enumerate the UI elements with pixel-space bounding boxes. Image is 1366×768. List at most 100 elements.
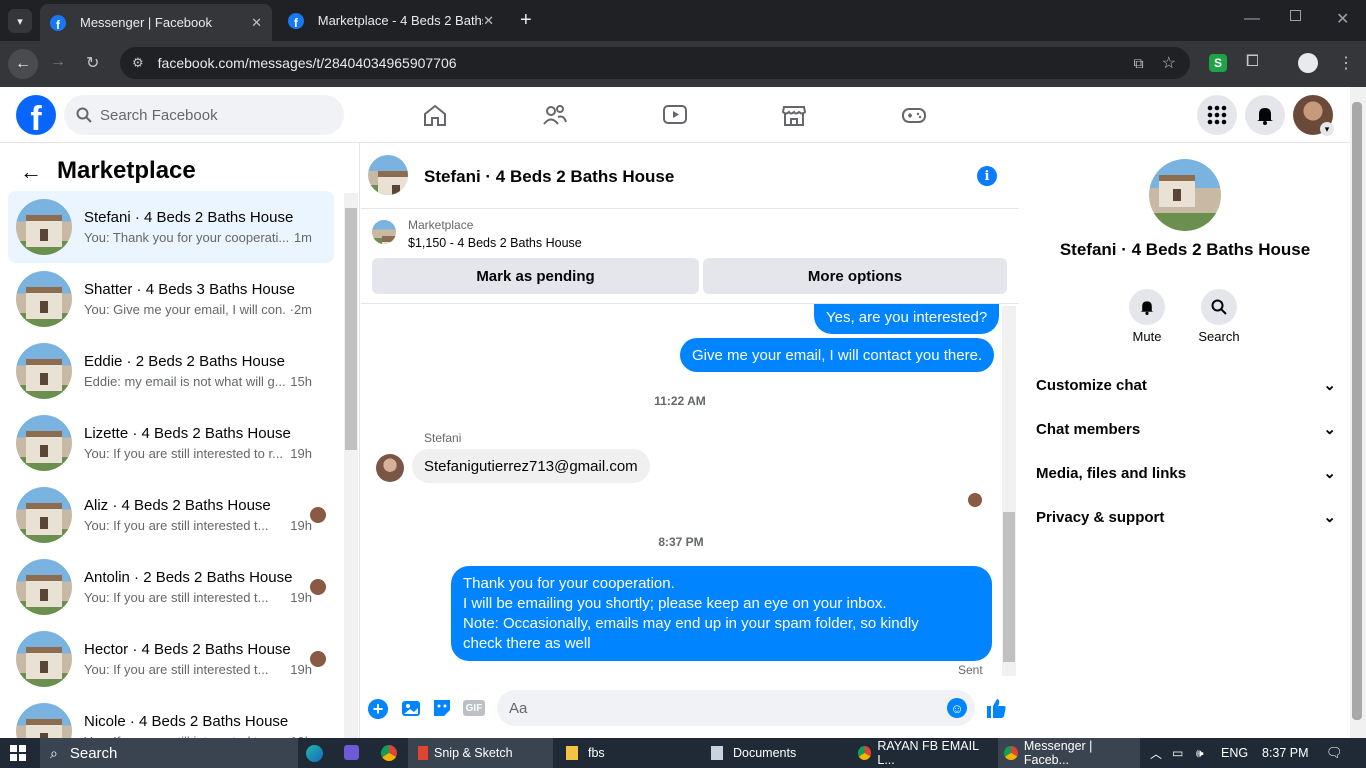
chat-avatar[interactable]: [368, 155, 408, 195]
message-bubble-outgoing[interactable]: Thank you for your cooperation. I will b…: [451, 566, 992, 661]
search-conversation-button[interactable]: [1201, 289, 1237, 325]
profile-avatar[interactable]: [1149, 159, 1221, 231]
conversation-item[interactable]: Lizette · 4 Beds 2 Baths House You: If yo…: [8, 407, 334, 479]
clock[interactable]: 8:37 PM: [1262, 738, 1309, 768]
gaming-icon[interactable]: [901, 103, 927, 127]
taskbar-app-label: Messenger | Faceb...: [1023, 739, 1093, 767]
taskbar-app-chrome-messenger[interactable]: Messenger | Faceb...: [998, 738, 1140, 768]
conversation-list-panel: ← Marketplace Stefani · 4 Beds 2 Baths H…: [0, 143, 360, 738]
chat-scrollbar-thumb[interactable]: [1003, 512, 1015, 662]
sent-status: Sent: [958, 663, 983, 677]
read-receipt-avatar: [968, 493, 982, 507]
system-tray-chevron-icon[interactable]: ︿: [1150, 738, 1162, 768]
mark-pending-button[interactable]: Mark as pending: [372, 258, 699, 294]
taskbar-app-fbs[interactable]: fbs: [560, 738, 690, 768]
conversation-avatar: [16, 199, 72, 255]
edge-app-icon[interactable]: [306, 745, 323, 762]
notifications-button[interactable]: [1245, 95, 1285, 135]
close-window-button[interactable]: ✕: [1336, 9, 1349, 29]
media-files-links-section[interactable]: Media, files and links ⌄: [1036, 464, 1336, 483]
mute-label: Mute: [1132, 329, 1162, 344]
close-icon[interactable]: ✕: [483, 13, 494, 29]
privacy-support-section[interactable]: Privacy & support ⌄: [1036, 508, 1336, 527]
back-button[interactable]: ←: [8, 49, 38, 79]
marketplace-icon[interactable]: [781, 103, 807, 127]
gif-icon[interactable]: GIF: [463, 700, 485, 716]
home-icon[interactable]: [422, 103, 448, 127]
windows-start-icon[interactable]: [10, 745, 26, 761]
taskbar-app-snip-sketch[interactable]: Snip & Sketch: [408, 738, 553, 768]
message-bubble-incoming[interactable]: Stefanigutierrez713@gmail.com: [412, 449, 650, 483]
info-icon[interactable]: i: [977, 166, 997, 186]
browser-menu-icon[interactable]: ⋮: [1338, 53, 1354, 73]
message-bubble-outgoing[interactable]: Yes, are you interested?: [814, 304, 1000, 334]
friends-icon[interactable]: [542, 103, 568, 127]
profile-name: Stefani · 4 Beds 2 Baths House: [1059, 240, 1311, 259]
battery-icon[interactable]: ▭: [1172, 738, 1183, 768]
volume-icon[interactable]: 🕪: [1196, 738, 1204, 768]
conversation-item[interactable]: Eddie · 2 Beds 2 Baths House Eddie: my em…: [8, 335, 334, 407]
plus-icon[interactable]: +: [368, 699, 388, 719]
message-bubble-outgoing[interactable]: Give me your email, I will contact you t…: [680, 338, 995, 372]
mute-button[interactable]: [1129, 289, 1165, 325]
menu-grid-button[interactable]: [1197, 95, 1237, 135]
conversation-item[interactable]: Antolin · 2 Beds 2 Baths House You: If yo…: [8, 551, 334, 623]
conversation-name: Eddie · 2 Beds 2 Baths House: [84, 353, 285, 370]
sender-avatar[interactable]: [376, 454, 404, 482]
more-options-button[interactable]: More options: [703, 258, 1007, 294]
taskbar-app-documents[interactable]: Documents: [705, 738, 845, 768]
facebook-search-input[interactable]: Search Facebook: [64, 95, 344, 135]
page-scrollbar-thumb[interactable]: [1352, 102, 1362, 720]
media-app-icon[interactable]: [344, 745, 359, 760]
chat-members-section[interactable]: Chat members ⌄: [1036, 420, 1336, 439]
conversation-item[interactable]: Aliz · 4 Beds 2 Baths House You: If you a…: [8, 479, 334, 551]
install-app-icon[interactable]: ⧉: [1134, 55, 1144, 72]
account-chevron-icon[interactable]: ▾: [1320, 122, 1334, 136]
customize-chat-section[interactable]: Customize chat ⌄: [1036, 376, 1336, 395]
conversation-avatar: [16, 631, 72, 687]
list-scrollbar-thumb[interactable]: [345, 208, 357, 450]
minimize-button[interactable]: —: [1244, 10, 1260, 28]
conversation-time: ·2m: [289, 302, 312, 317]
back-arrow-icon[interactable]: ←: [20, 159, 42, 185]
section-label: Media, files and links: [1036, 464, 1187, 482]
language-indicator[interactable]: ENG: [1221, 738, 1248, 768]
section-label: Customize chat: [1036, 376, 1147, 394]
extensions-puzzle-icon[interactable]: ⧠: [1246, 53, 1259, 71]
sticker-icon[interactable]: [431, 697, 453, 719]
bookmark-star-icon[interactable]: ☆: [1162, 53, 1176, 73]
site-info-icon[interactable]: ⚙: [132, 55, 144, 71]
tab-search-button[interactable]: ▾: [8, 9, 32, 33]
conversation-item[interactable]: Shatter · 4 Beds 3 Baths House You: Give …: [8, 263, 334, 335]
listing-thumbnail[interactable]: [372, 220, 396, 244]
conversation-item[interactable]: Hector · 4 Beds 2 Baths House You: If you…: [8, 623, 334, 695]
notification-center-icon[interactable]: 🗨: [1326, 738, 1343, 768]
chrome-app-icon[interactable]: [381, 745, 397, 761]
listing-title[interactable]: $1,150 - 4 Beds 2 Baths House: [408, 236, 582, 250]
extension-green-icon[interactable]: S: [1209, 54, 1227, 72]
video-icon[interactable]: [662, 103, 688, 127]
profile-icon[interactable]: [1298, 53, 1318, 73]
tab-marketplace[interactable]: f Marketplace - 4 Beds 2 Baths H ✕: [278, 0, 504, 41]
close-icon[interactable]: ✕: [251, 15, 262, 31]
like-thumb-icon[interactable]: [985, 697, 1007, 719]
facebook-logo[interactable]: f: [16, 95, 56, 135]
taskbar-app-chrome-rayan[interactable]: RAYAN FB EMAIL L...: [852, 738, 994, 768]
chrome-icon: [1004, 746, 1018, 760]
conversation-item[interactable]: Stefani · 4 Beds 2 Baths House You: Thank…: [8, 191, 334, 263]
tab-messenger[interactable]: f Messenger | Facebook ✕: [40, 4, 272, 41]
chat-title[interactable]: Stefani · 4 Beds 2 Baths House: [424, 167, 674, 187]
seen-avatar: [310, 651, 326, 667]
seen-avatar: [310, 579, 326, 595]
message-input[interactable]: Aa: [497, 690, 975, 726]
conversation-item[interactable]: Nicole · 4 Beds 2 Baths HouseYou: If you…: [8, 695, 334, 738]
address-bar[interactable]: ⚙ facebook.com/messages/t/28404034965907…: [120, 47, 1190, 79]
forward-button[interactable]: →: [50, 53, 66, 71]
restore-button[interactable]: [1290, 10, 1301, 21]
new-tab-button[interactable]: +: [520, 9, 532, 32]
conversation-name: Lizette · 4 Beds 2 Baths House: [84, 425, 291, 442]
photo-icon[interactable]: [400, 697, 422, 719]
emoji-icon[interactable]: ☺: [947, 698, 967, 718]
reload-button[interactable]: ↻: [86, 53, 99, 73]
taskbar-search[interactable]: ⌕ Search: [40, 738, 298, 768]
